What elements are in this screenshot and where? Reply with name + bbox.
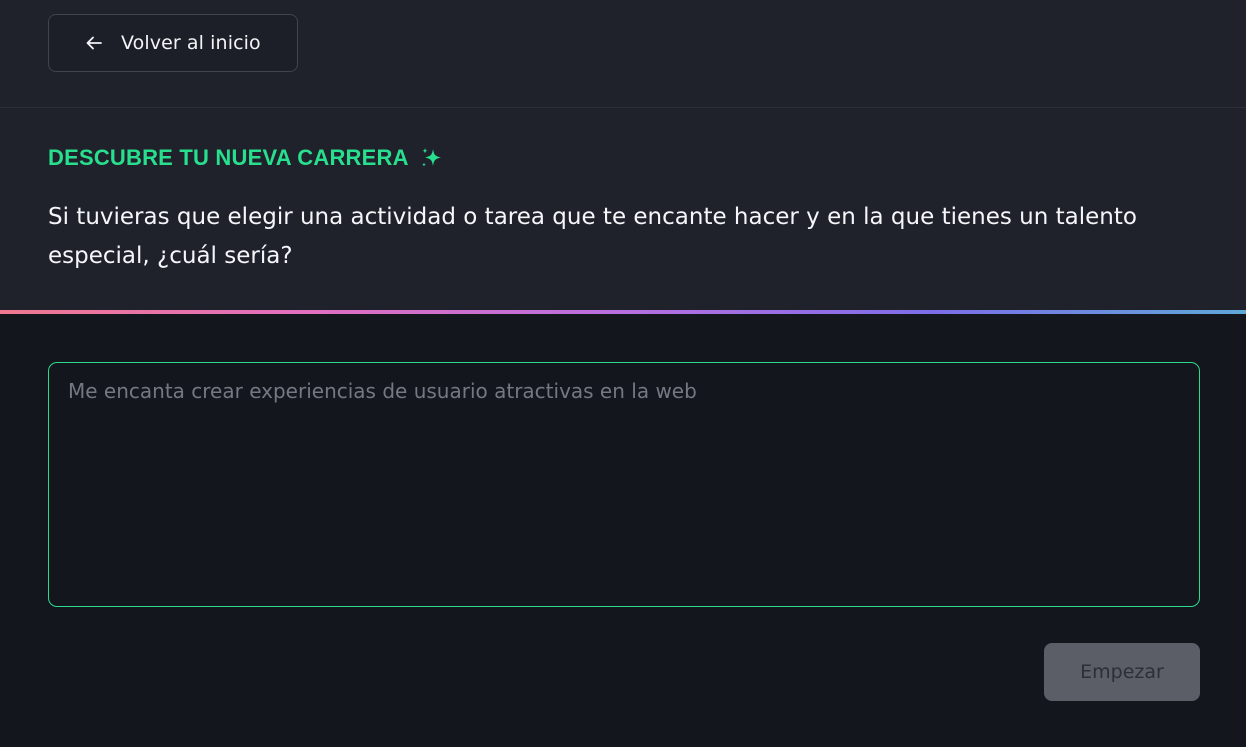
arrow-left-icon [83,32,105,54]
question-text: Si tuvieras que elegir una actividad o t… [48,204,1137,269]
start-button[interactable]: Empezar [1044,643,1200,701]
back-button-label: Volver al inicio [121,32,261,54]
eyebrow-label: DESCUBRE TU NUEVA CARRERA [48,145,409,170]
question-panel: DESCUBRE TU NUEVA CARRERA Si tuvieras qu… [0,108,1246,310]
gradient-divider [0,310,1246,314]
section-eyebrow: DESCUBRE TU NUEVA CARRERA [48,145,445,171]
back-to-home-button[interactable]: Volver al inicio [48,14,298,72]
top-bar: Volver al inicio [0,0,1246,108]
sparkles-icon [419,145,445,171]
answer-textarea[interactable] [48,362,1200,607]
